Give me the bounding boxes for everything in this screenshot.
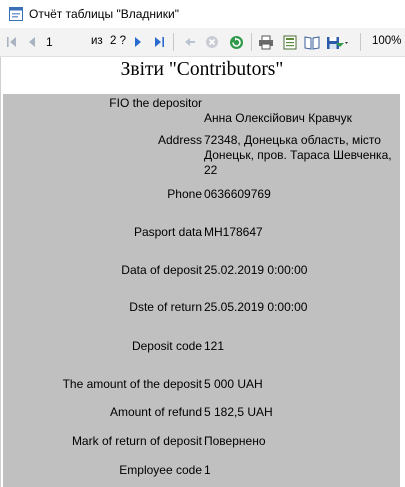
report-viewer[interactable]: Звіти "Contributors" FIO the depositor А… <box>0 57 405 487</box>
of-label: из <box>91 35 103 47</box>
next-page-icon[interactable] <box>130 34 146 50</box>
field-value: 0636609769 <box>204 187 271 201</box>
title-bar: Отчёт таблицы "Владники" <box>0 0 405 28</box>
export-dropdown-icon[interactable] <box>326 34 350 50</box>
report-body: FIO the depositor Анна Олексійович Кравч… <box>3 94 400 487</box>
field-value: 25.05.2019 0:00:00 <box>204 300 308 314</box>
field-label: The amount of the deposit <box>62 377 202 391</box>
field-value: МН178647 <box>204 225 263 239</box>
field-label: Data of deposit <box>121 263 202 277</box>
field-label: FIO the depositor <box>109 96 202 110</box>
field-value: 1 <box>204 463 211 477</box>
window-title: Отчёт таблицы "Владники" <box>29 7 179 21</box>
app-window-icon <box>9 7 23 21</box>
field-value: 121 <box>204 339 225 353</box>
page-number-input[interactable] <box>42 34 82 50</box>
zoom-level[interactable]: 100% <box>372 35 401 47</box>
first-page-icon[interactable] <box>4 34 20 50</box>
page-setup-icon[interactable] <box>304 34 320 50</box>
field-label: Amount of refund <box>109 405 202 419</box>
total-pages-label: 2 ? <box>110 35 126 47</box>
previous-page-icon[interactable] <box>24 34 40 50</box>
report-toolbar: из 2 ? 100% <box>0 28 405 57</box>
stop-icon[interactable] <box>204 34 220 50</box>
field-value: 5 000 UAH <box>204 377 263 391</box>
toolbar-separator <box>360 33 361 51</box>
field-value: 5 182,5 UAH <box>204 405 273 419</box>
field-label: Employee code <box>119 463 202 477</box>
back-icon[interactable] <box>182 34 198 50</box>
print-layout-icon[interactable] <box>282 34 298 50</box>
field-label: Pasport data <box>133 225 202 239</box>
last-page-icon[interactable] <box>151 34 167 50</box>
field-label: Dste of return <box>129 300 202 314</box>
refresh-icon[interactable] <box>228 34 244 50</box>
field-label: Deposit code <box>131 339 202 353</box>
field-label: Address <box>157 133 202 147</box>
field-value: Повернено <box>204 434 266 448</box>
field-value: Анна Олексійович Кравчук <box>204 111 352 125</box>
field-label: Phone <box>167 187 202 201</box>
report-title: Звіти "Contributors" <box>120 59 284 80</box>
field-label: Mark of return of deposit <box>71 434 202 448</box>
field-value: 72348, Донецька область, місто Донецьк, … <box>204 133 392 177</box>
field-value: 25.02.2019 0:00:00 <box>204 263 308 277</box>
toolbar-separator <box>251 33 252 51</box>
print-icon[interactable] <box>258 34 274 50</box>
toolbar-separator <box>173 33 174 51</box>
